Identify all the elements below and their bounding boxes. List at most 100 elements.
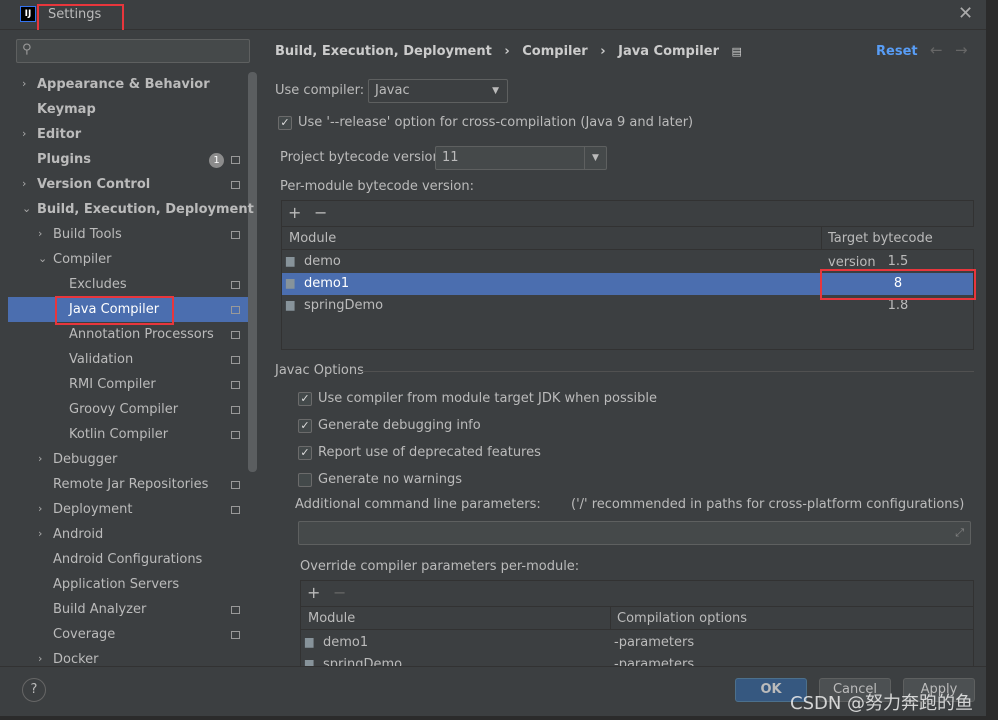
sidebar-item[interactable]: Annotation Processors — [69, 322, 214, 347]
forward-arrow-icon[interactable]: → — [955, 41, 968, 59]
module-name: demo1 — [304, 276, 350, 291]
sidebar-scrollbar[interactable] — [248, 72, 257, 472]
column-header-options[interactable]: Compilation options — [611, 606, 973, 630]
compiler-select[interactable]: Javac ▼ — [368, 79, 508, 103]
option-label: Generate debugging info — [318, 418, 481, 433]
folder-icon: ▆ — [286, 254, 295, 267]
override-label: Override compiler parameters per-module: — [300, 559, 580, 574]
bytecode-label: Project bytecode version: — [280, 150, 446, 165]
watermark: CSDN @努力奔跑的鱼 — [790, 693, 974, 714]
close-icon[interactable]: ✕ — [958, 3, 973, 24]
sidebar-item[interactable]: Groovy Compiler — [69, 397, 178, 422]
release-checkbox[interactable]: ✓ — [278, 116, 292, 130]
folder-icon: ▆ — [305, 635, 314, 648]
project-scope-icon — [231, 606, 240, 614]
sidebar-item[interactable]: Compiler — [53, 247, 112, 272]
column-header-target[interactable]: Target bytecode version — [822, 226, 974, 270]
project-scope-icon — [231, 181, 240, 189]
project-scope-icon — [231, 431, 240, 439]
chevron-right-icon[interactable]: › — [38, 527, 42, 540]
breadcrumb-item: Java Compiler — [618, 44, 719, 59]
sidebar-item[interactable]: Validation — [69, 347, 133, 372]
bytecode-select[interactable]: 11 ▼ — [435, 146, 607, 170]
highlight-box — [820, 269, 976, 300]
project-scope-icon — [231, 481, 240, 489]
project-scope-icon — [231, 406, 240, 414]
folder-icon: ▆ — [286, 298, 295, 311]
column-header-module[interactable]: Module — [301, 606, 611, 630]
project-scope-icon — [231, 281, 240, 289]
params-label: Additional command line parameters: — [295, 497, 541, 512]
chevron-right-icon[interactable]: › — [22, 77, 26, 90]
help-button[interactable]: ? — [22, 678, 46, 702]
chevron-right-icon[interactable]: › — [38, 652, 42, 665]
option-checkbox[interactable] — [298, 473, 312, 487]
sidebar-item[interactable]: Excludes — [69, 272, 127, 297]
chevron-right-icon[interactable]: › — [22, 177, 26, 190]
sidebar-item[interactable]: Version Control — [37, 172, 150, 197]
expand-icon[interactable]: ⤢ — [955, 522, 964, 544]
sidebar-item[interactable]: Application Servers — [53, 572, 179, 597]
project-scope-icon — [231, 631, 240, 639]
target-version[interactable]: 1.8 — [822, 298, 974, 313]
compilation-options[interactable]: -parameters — [614, 635, 694, 650]
sidebar-item[interactable]: RMI Compiler — [69, 372, 156, 397]
sidebar-item[interactable]: Build Analyzer — [53, 597, 146, 622]
chevron-down-icon[interactable]: ⌄ — [22, 202, 31, 215]
project-scope-icon — [231, 156, 240, 164]
chevron-right-icon[interactable]: › — [38, 452, 42, 465]
sidebar-item[interactable]: Build, Execution, Deployment — [37, 197, 254, 222]
chevron-right-icon[interactable]: › — [22, 127, 26, 140]
option-checkbox[interactable]: ✓ — [298, 446, 312, 460]
sidebar-item[interactable]: Editor — [37, 122, 81, 147]
sidebar-item[interactable]: Android Configurations — [53, 547, 202, 572]
option-checkbox[interactable]: ✓ — [298, 419, 312, 433]
module-name: demo — [304, 254, 341, 269]
sidebar-item[interactable]: Coverage — [53, 622, 115, 647]
release-label: Use '--release' option for cross-compila… — [298, 115, 694, 130]
dropdown-arrow-icon: ▼ — [492, 86, 499, 96]
sidebar-item[interactable]: Debugger — [53, 447, 117, 472]
project-scope-icon — [231, 506, 240, 514]
add-icon[interactable]: + — [307, 583, 320, 602]
update-badge: 1 — [209, 153, 224, 168]
module-name: springDemo — [304, 298, 384, 313]
javac-section-title: Javac Options — [275, 363, 364, 378]
bytecode-value: 11 — [442, 150, 459, 165]
add-icon[interactable]: + — [288, 203, 301, 222]
search-input[interactable]: ⚲ — [16, 39, 250, 63]
sidebar-item[interactable]: Kotlin Compiler — [69, 422, 168, 447]
reset-link[interactable]: Reset — [876, 44, 918, 59]
sidebar-item[interactable]: Build Tools — [53, 222, 122, 247]
per-module-label: Per-module bytecode version: — [280, 179, 474, 194]
main-panel: Build, Execution, Deployment › Compiler … — [258, 30, 986, 672]
use-compiler-label: Use compiler: — [275, 83, 365, 98]
chevron-down-icon[interactable]: ⌄ — [38, 252, 47, 265]
back-arrow-icon[interactable]: ← — [930, 41, 943, 59]
breadcrumb-item[interactable]: Compiler — [522, 44, 587, 59]
option-label: Report use of deprecated features — [318, 445, 541, 460]
option-label: Generate no warnings — [318, 472, 463, 487]
target-version[interactable]: 1.5 — [822, 254, 974, 269]
breadcrumb-item[interactable]: Build, Execution, Deployment — [275, 44, 492, 59]
project-scope-icon — [231, 381, 240, 389]
sidebar-item[interactable]: Remote Jar Repositories — [53, 472, 208, 497]
option-checkbox[interactable]: ✓ — [298, 392, 312, 406]
sidebar-item[interactable]: Keymap — [37, 97, 96, 122]
compiler-value: Javac — [375, 83, 410, 98]
remove-icon[interactable]: − — [314, 203, 327, 222]
chevron-right-icon[interactable]: › — [38, 227, 42, 240]
sidebar-item[interactable]: Deployment — [53, 497, 133, 522]
title-bar: IJ Settings ✕ — [0, 0, 986, 30]
project-scope-icon — [231, 356, 240, 364]
dropdown-arrow-icon: ▼ — [584, 147, 606, 169]
sidebar-item[interactable]: Android — [53, 522, 103, 547]
column-header-module[interactable]: Module — [282, 226, 822, 250]
project-scope-icon — [231, 331, 240, 339]
chevron-right-icon[interactable]: › — [38, 502, 42, 515]
project-scope-icon — [231, 306, 240, 314]
sidebar-item[interactable]: Plugins — [37, 147, 91, 172]
sidebar-item[interactable]: Appearance & Behavior — [37, 72, 210, 97]
params-input[interactable]: ⤢ — [298, 521, 971, 545]
table-row[interactable]: ▆ demo1 -parameters — [301, 632, 973, 654]
